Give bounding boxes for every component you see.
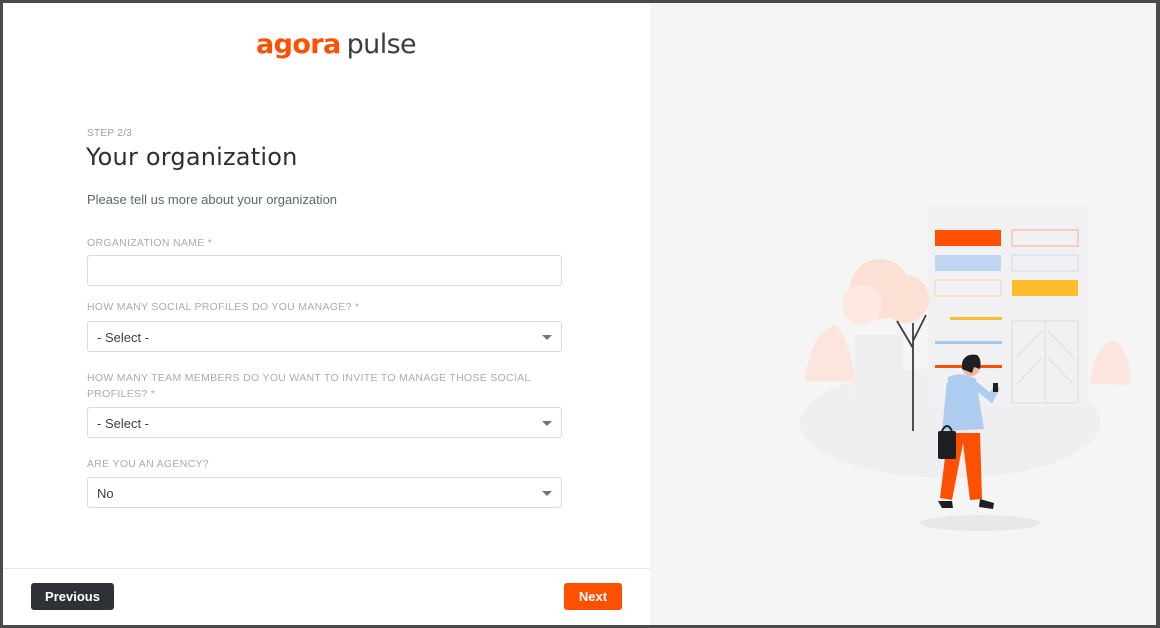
person-walking-with-phone-illustration bbox=[800, 206, 1131, 531]
org-name-input[interactable] bbox=[87, 255, 562, 286]
agency-select[interactable]: No bbox=[87, 477, 562, 508]
team-members-select[interactable]: - Select - bbox=[87, 407, 562, 438]
team-members-value: - Select - bbox=[97, 416, 150, 431]
agency-value: No bbox=[97, 486, 114, 501]
step-indicator: STEP 2/3 bbox=[87, 128, 133, 139]
agorapulse-logo: agora pulse bbox=[256, 29, 417, 60]
chevron-down-icon bbox=[542, 421, 552, 426]
previous-button[interactable]: Previous bbox=[31, 583, 114, 610]
social-profiles-select[interactable]: - Select - bbox=[87, 321, 562, 352]
next-button[interactable]: Next bbox=[564, 583, 622, 610]
social-profiles-label: HOW MANY SOCIAL PROFILES DO YOU MANAGE? … bbox=[87, 301, 360, 313]
footer-divider bbox=[3, 568, 650, 569]
signup-window: agora pulse STEP 2/3 Your organization Pl… bbox=[3, 3, 1156, 625]
illustration-panel bbox=[650, 3, 1156, 625]
page-subtitle: Please tell us more about your organizat… bbox=[87, 192, 338, 207]
page-title: Your organization bbox=[86, 143, 298, 171]
team-members-label: HOW MANY TEAM MEMBERS DO YOU WANT TO INV… bbox=[87, 372, 531, 400]
form-panel: agora pulse STEP 2/3 Your organization Pl… bbox=[3, 3, 650, 625]
social-profiles-value: - Select - bbox=[97, 330, 150, 345]
org-name-label: ORGANIZATION NAME * bbox=[87, 237, 213, 249]
chevron-down-icon bbox=[542, 491, 552, 496]
agency-label: ARE YOU AN AGENCY? bbox=[87, 458, 209, 470]
chevron-down-icon bbox=[542, 335, 552, 340]
